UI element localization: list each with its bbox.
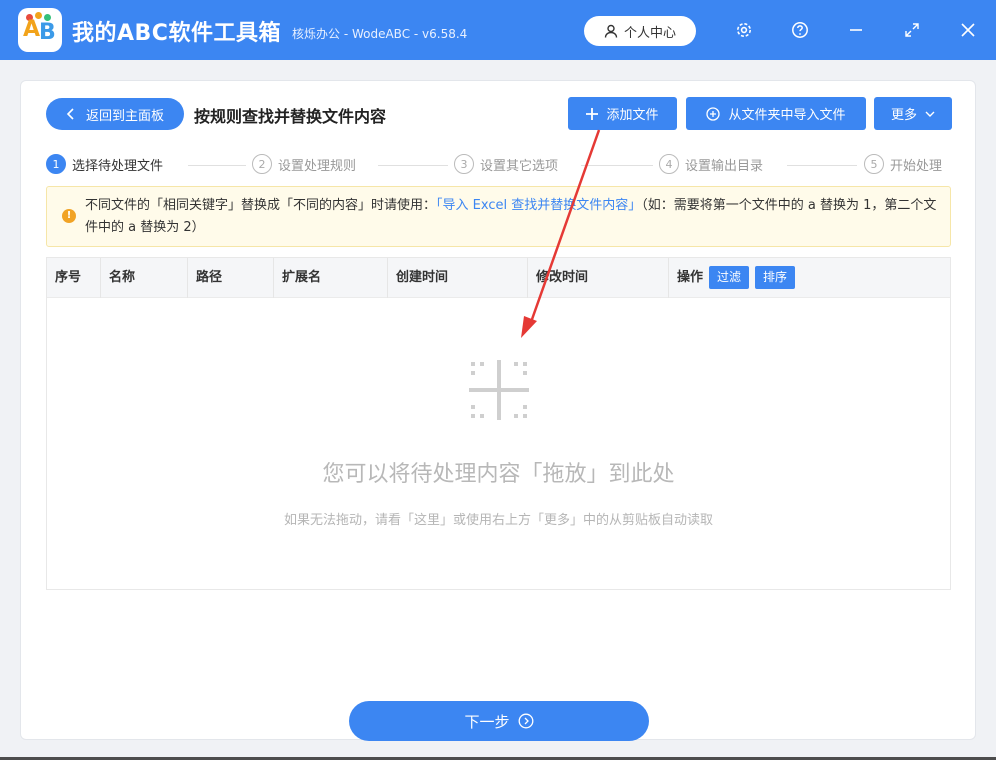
back-to-main-button[interactable]: 返回到主面板 xyxy=(46,98,184,130)
step-2-number: 2 xyxy=(252,154,272,174)
more-button[interactable]: 更多 xyxy=(874,97,952,130)
add-file-button[interactable]: 添加文件 xyxy=(568,97,677,130)
next-step-button[interactable]: 下一步 xyxy=(349,701,649,741)
import-excel-link[interactable]: 「导入 Excel 查找并替换文件内容」 xyxy=(436,198,641,213)
user-icon xyxy=(604,24,618,38)
column-header-created: 创建时间 xyxy=(388,258,528,298)
plus-circle-icon xyxy=(706,106,721,121)
step-divider xyxy=(378,165,448,166)
column-header-modified: 修改时间 xyxy=(528,258,669,298)
more-label: 更多 xyxy=(890,108,917,123)
app-logo: AB xyxy=(18,8,62,52)
actions-label: 操作 xyxy=(677,270,704,285)
drop-zone-hint: 如果无法拖动，请看「这里」或使用右上方「更多」中的从剪贴板自动读取 xyxy=(283,513,713,528)
step-4: 4 设置输出目录 xyxy=(659,154,763,174)
app-version: 核烁办公 - WodeABC - v6.58.4 xyxy=(292,27,468,41)
help-icon[interactable] xyxy=(789,19,811,41)
drop-zone-title: 您可以将待处理内容「拖放」到此处 xyxy=(322,462,675,487)
step-3: 3 设置其它选项 xyxy=(454,154,558,174)
step-3-label: 设置其它选项 xyxy=(480,158,559,174)
import-folder-label: 从文件夹中导入文件 xyxy=(728,108,846,123)
plus-icon xyxy=(586,107,599,120)
file-table[interactable]: 序号 名称 路径 扩展名 创建时间 修改时间 操作 过滤 排序 您可以将待处理内容「… xyxy=(46,257,951,590)
step-4-number: 4 xyxy=(659,154,679,174)
column-header-extension: 扩展名 xyxy=(274,258,388,298)
user-center-label: 个人中心 xyxy=(623,25,676,41)
chevron-down-icon xyxy=(925,111,935,117)
next-step-label: 下一步 xyxy=(464,712,510,731)
main-panel: 返回到主面板 按规则查找并替换文件内容 添加文件 从文件夹中导入文件 更多 1 … xyxy=(20,80,976,741)
step-1-label: 选择待处理文件 xyxy=(72,158,164,174)
column-header-name: 名称 xyxy=(101,258,188,298)
add-file-label: 添加文件 xyxy=(606,108,659,123)
column-header-actions: 操作 过滤 排序 xyxy=(669,258,950,298)
back-label: 返回到主面板 xyxy=(85,108,164,124)
step-1: 1 选择待处理文件 xyxy=(46,154,163,174)
table-header: 序号 名称 路径 扩展名 创建时间 修改时间 操作 过滤 排序 xyxy=(47,258,950,298)
arrow-right-circle-icon xyxy=(518,713,533,729)
page-title: 按规则查找并替换文件内容 xyxy=(194,107,387,126)
filter-button[interactable]: 过滤 xyxy=(709,266,750,289)
step-2-label: 设置处理规则 xyxy=(278,158,357,174)
chevron-left-icon xyxy=(66,108,74,120)
sort-button[interactable]: 排序 xyxy=(755,266,796,289)
notice-text-before: 不同文件的「相同关键字」替换成「不同的内容」时请使用： xyxy=(85,198,437,213)
step-2: 2 设置处理规则 xyxy=(252,154,356,174)
notice-banner: ! 不同文件的「相同关键字」替换成「不同的内容」时请使用：「导入 Excel 查… xyxy=(46,186,951,247)
gear-icon[interactable] xyxy=(733,19,755,41)
column-header-path: 路径 xyxy=(188,258,274,298)
maximize-icon[interactable] xyxy=(901,19,923,41)
app-title: 我的ABC软件工具箱 xyxy=(72,21,281,46)
minimize-icon[interactable] xyxy=(845,19,867,41)
drop-zone-icon xyxy=(469,360,529,420)
close-icon[interactable] xyxy=(957,19,979,41)
step-5: 5 开始处理 xyxy=(864,154,942,174)
step-5-label: 开始处理 xyxy=(890,158,943,174)
step-3-number: 3 xyxy=(454,154,474,174)
step-4-label: 设置输出目录 xyxy=(685,158,764,174)
step-divider xyxy=(581,165,653,166)
step-5-number: 5 xyxy=(864,154,884,174)
user-center-button[interactable]: 个人中心 xyxy=(584,16,696,46)
step-divider xyxy=(787,165,857,166)
import-folder-button[interactable]: 从文件夹中导入文件 xyxy=(686,97,866,130)
title-bar: AB 我的ABC软件工具箱 核烁办公 - WodeABC - v6.58.4 个… xyxy=(0,0,996,60)
step-1-number: 1 xyxy=(46,154,66,174)
step-divider xyxy=(188,165,246,166)
warning-icon: ! xyxy=(62,209,76,223)
column-header-index: 序号 xyxy=(47,258,101,298)
